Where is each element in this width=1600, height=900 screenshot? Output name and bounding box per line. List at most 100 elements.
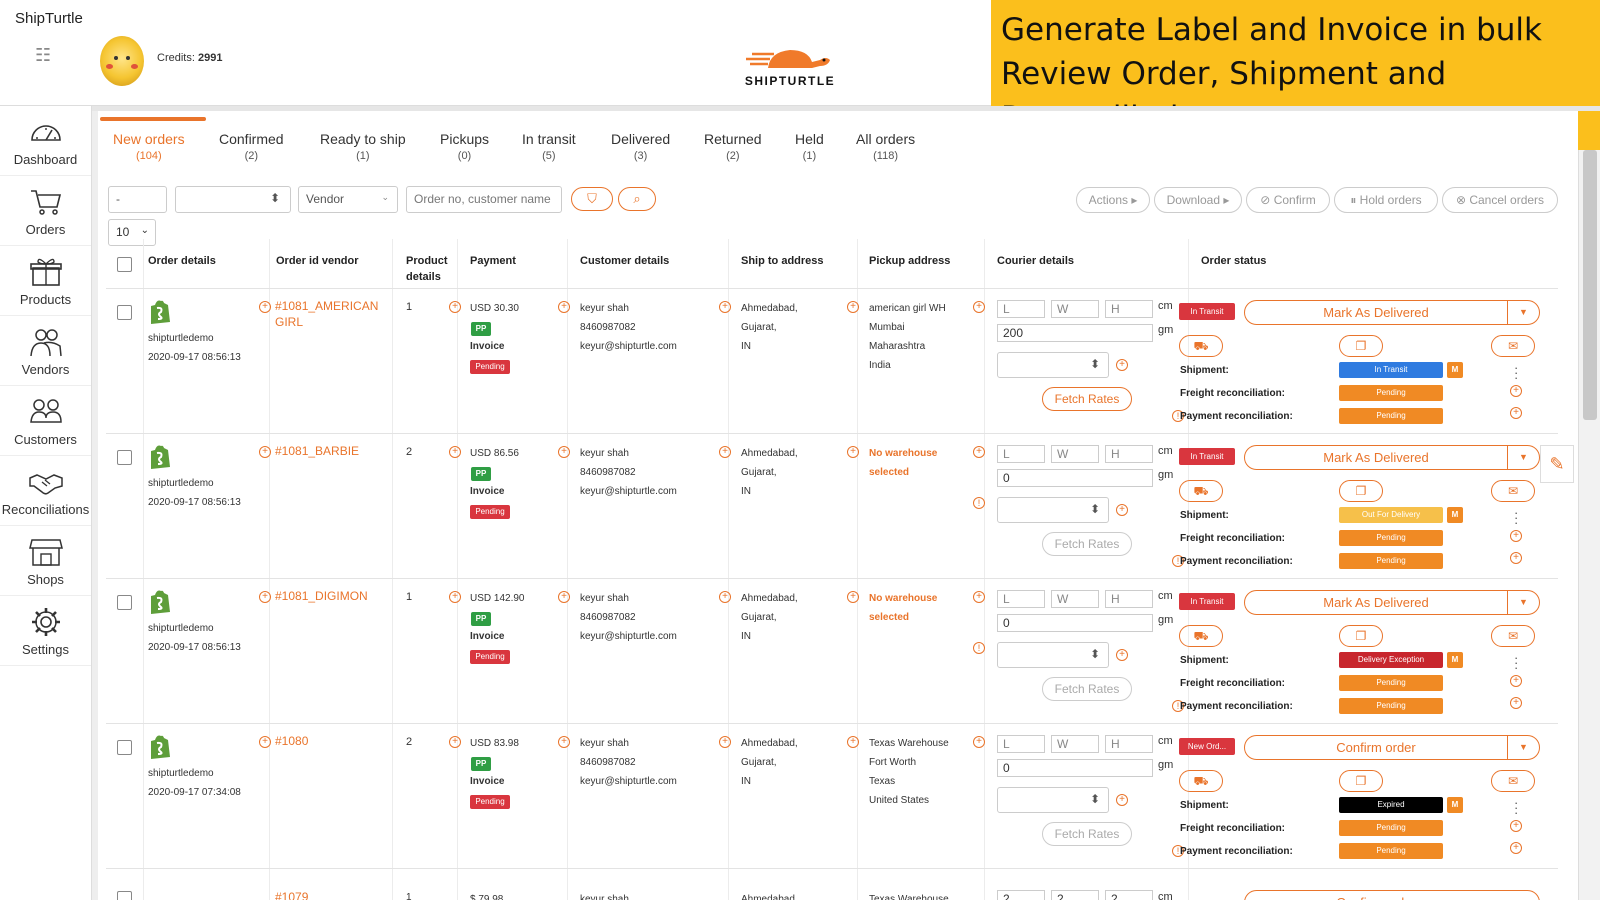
download-button[interactable]: Download ▸ <box>1154 187 1242 213</box>
vendor-select[interactable]: Vendor ⌄ <box>298 186 398 213</box>
length-input[interactable]: L <box>997 445 1045 463</box>
search-button[interactable]: ⌕ <box>618 187 656 211</box>
expand-plus-icon[interactable]: + <box>1510 820 1522 832</box>
expand-plus-icon[interactable]: + <box>847 736 859 748</box>
document-button[interactable]: ❐ <box>1339 335 1383 357</box>
more-options-icon[interactable]: · · · <box>1514 361 1518 384</box>
order-id-link[interactable]: #1079 <box>275 888 308 900</box>
height-input[interactable]: H <box>1105 590 1153 608</box>
expand-plus-icon[interactable]: + <box>719 591 731 603</box>
height-input[interactable]: 2 <box>1105 890 1153 900</box>
expand-plus-icon[interactable]: + <box>449 446 461 458</box>
expand-plus-icon[interactable]: + <box>449 736 461 748</box>
truck-button[interactable]: ⛟ <box>1179 335 1223 357</box>
width-input[interactable]: W <box>1051 735 1099 753</box>
filter-button[interactable]: ⛉ <box>571 187 613 211</box>
search-input[interactable]: Order no, customer name <box>406 186 562 213</box>
pin-icon[interactable]: ✎ <box>1540 445 1574 483</box>
order-id-link[interactable]: #1081_DIGIMON <box>275 588 385 604</box>
length-input[interactable]: 2 <box>997 890 1045 900</box>
scrollbar-thumb[interactable] <box>1583 150 1597 420</box>
expand-plus-icon[interactable]: + <box>1510 552 1522 564</box>
row-checkbox[interactable] <box>117 450 132 465</box>
sidebar-item-reconciliations[interactable]: Reconciliations <box>0 456 91 526</box>
expand-plus-icon[interactable]: + <box>973 591 985 603</box>
document-button[interactable]: ❐ <box>1339 625 1383 647</box>
expand-plus-icon[interactable]: + <box>558 736 570 748</box>
order-action-button[interactable]: Confirm order <box>1244 890 1540 900</box>
expand-plus-icon[interactable]: + <box>259 446 271 458</box>
caret-down-icon[interactable]: ▼ <box>1507 736 1539 759</box>
row-checkbox[interactable] <box>117 595 132 610</box>
length-input[interactable]: L <box>997 300 1045 318</box>
expand-plus-icon[interactable]: + <box>973 301 985 313</box>
menu-toggle-icon[interactable]: ☷ <box>35 46 59 64</box>
weight-input[interactable]: 0 <box>997 614 1153 632</box>
expand-plus-icon[interactable]: + <box>1510 842 1522 854</box>
sidebar-item-vendors[interactable]: Vendors <box>0 316 91 386</box>
status-filter-select[interactable]: ⬍ <box>175 186 291 213</box>
email-button[interactable]: ✉ <box>1491 335 1535 357</box>
expand-plus-icon[interactable]: + <box>1510 697 1522 709</box>
courier-select[interactable] <box>997 352 1109 378</box>
expand-plus-icon[interactable]: + <box>449 301 461 313</box>
email-button[interactable]: ✉ <box>1491 480 1535 502</box>
expand-plus-icon[interactable]: + <box>259 301 271 313</box>
height-input[interactable]: H <box>1105 300 1153 318</box>
tab-pickups[interactable]: Pickups (0) <box>440 131 489 162</box>
expand-plus-icon[interactable]: + <box>1510 530 1522 542</box>
tab-in-transit[interactable]: In transit (5) <box>522 131 576 162</box>
order-id-link[interactable]: #1080 <box>275 733 385 749</box>
height-input[interactable]: H <box>1105 735 1153 753</box>
caret-down-icon[interactable]: ▼ <box>1507 446 1539 469</box>
tab-new-orders[interactable]: New orders (104) <box>113 131 185 162</box>
width-input[interactable]: W <box>1051 300 1099 318</box>
order-action-button[interactable]: Mark As Delivered ▼ <box>1244 300 1540 325</box>
fetch-rates-button[interactable]: Fetch Rates <box>1042 387 1132 411</box>
tab-all-orders[interactable]: All orders (118) <box>856 131 915 162</box>
tab-held[interactable]: Held (1) <box>795 131 824 162</box>
sidebar-item-orders[interactable]: Orders <box>0 176 91 246</box>
add-courier-plus-icon[interactable]: + <box>1116 794 1128 806</box>
expand-plus-icon[interactable]: + <box>973 736 985 748</box>
expand-plus-icon[interactable]: + <box>1510 407 1522 419</box>
expand-plus-icon[interactable]: + <box>558 446 570 458</box>
add-courier-plus-icon[interactable]: + <box>1116 504 1128 516</box>
expand-plus-icon[interactable]: + <box>973 446 985 458</box>
expand-plus-icon[interactable]: + <box>847 301 859 313</box>
sidebar-item-customers[interactable]: Customers <box>0 386 91 456</box>
width-input[interactable]: W <box>1051 445 1099 463</box>
row-checkbox[interactable] <box>117 305 132 320</box>
tab-returned[interactable]: Returned (2) <box>704 131 762 162</box>
height-input[interactable]: H <box>1105 445 1153 463</box>
expand-plus-icon[interactable]: + <box>558 301 570 313</box>
expand-plus-icon[interactable]: + <box>558 591 570 603</box>
width-input[interactable]: W <box>1051 590 1099 608</box>
document-button[interactable]: ❐ <box>1339 770 1383 792</box>
tab-delivered[interactable]: Delivered (3) <box>611 131 670 162</box>
order-action-button[interactable]: Mark As Delivered ▼ <box>1244 445 1540 470</box>
tab-confirmed[interactable]: Confirmed (2) <box>219 131 284 162</box>
add-courier-plus-icon[interactable]: + <box>1116 359 1128 371</box>
more-options-icon[interactable]: · · · <box>1514 506 1518 529</box>
cancel-orders-button[interactable]: ⊗ Cancel orders <box>1442 187 1558 213</box>
expand-plus-icon[interactable]: + <box>719 736 731 748</box>
truck-button[interactable]: ⛟ <box>1179 625 1223 647</box>
manual-badge[interactable]: M <box>1447 797 1463 813</box>
row-checkbox[interactable] <box>117 891 132 900</box>
manual-badge[interactable]: M <box>1447 507 1463 523</box>
truck-button[interactable]: ⛟ <box>1179 480 1223 502</box>
sidebar-item-shops[interactable]: Shops <box>0 526 91 596</box>
vertical-scrollbar[interactable] <box>1578 150 1600 900</box>
courier-select[interactable] <box>997 497 1109 523</box>
order-id-link[interactable]: #1081_AMERICAN GIRL <box>275 298 385 330</box>
expand-plus-icon[interactable]: + <box>259 736 271 748</box>
hold-orders-button[interactable]: ⏸ Hold orders <box>1334 187 1438 213</box>
caret-down-icon[interactable]: ▼ <box>1507 591 1539 614</box>
sidebar-item-dashboard[interactable]: Dashboard <box>0 106 91 176</box>
expand-plus-icon[interactable]: + <box>259 591 271 603</box>
fetch-rates-button[interactable]: Fetch Rates <box>1042 677 1132 701</box>
select-all-checkbox[interactable] <box>117 257 132 272</box>
order-id-link[interactable]: #1081_BARBIE <box>275 443 385 459</box>
date-filter-input[interactable]: - <box>108 186 167 213</box>
